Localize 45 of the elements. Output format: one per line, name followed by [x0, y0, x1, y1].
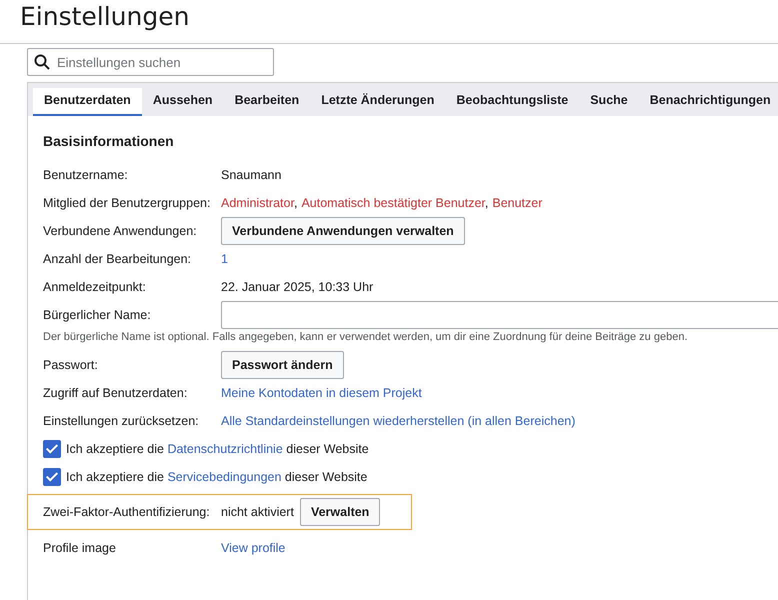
field-label: Verbundene Anwendungen:: [43, 224, 198, 238]
manage-button[interactable]: Verwalten: [300, 498, 380, 526]
search-icon: [34, 54, 50, 70]
action-button[interactable]: Passwort ändern: [221, 351, 344, 379]
tab[interactable]: Suche: [579, 88, 639, 116]
section-heading: Basisinformationen: [43, 133, 175, 149]
value-link[interactable]: Alle Standardeinstellungen wiederherstellen (in allen Bereichen): [221, 414, 576, 428]
policy-link[interactable]: Datenschutzrichtlinie: [167, 442, 283, 456]
page-title: Einstellungen: [0, 0, 778, 44]
separator: ,: [294, 196, 298, 210]
field-value: Snaumann: [221, 168, 282, 182]
field-label: Zugriff auf Benutzerdaten:: [43, 386, 188, 400]
value-link[interactable]: View profile: [221, 541, 286, 555]
value-link[interactable]: Meine Kontodaten in diesem Projekt: [221, 386, 422, 400]
help-text: Der bürgerliche Name ist optional. Falls angegeben, kann er verwendet werden, um dir eine Zuordnung für deine Beiträge zu geben.: [43, 331, 688, 343]
tab[interactable]: Bearbeiten: [224, 88, 310, 116]
action-button[interactable]: Verbundene Anwendungen verwalten: [221, 217, 465, 245]
checkbox[interactable]: [43, 468, 61, 486]
policy-link[interactable]: Servicebedingungen: [167, 470, 282, 484]
field-label: Anzahl der Bearbeitungen:: [43, 252, 192, 266]
name-input[interactable]: [221, 301, 778, 329]
field-label: Profile image: [43, 541, 117, 555]
value-link[interactable]: 1: [221, 252, 228, 266]
field-label: Zwei-Faktor-Authentifizierung:: [43, 505, 211, 519]
search-field[interactable]: Einstellungen suchen: [27, 48, 274, 76]
field-label: Benutzername:: [43, 168, 129, 182]
group-link[interactable]: Benutzer: [492, 196, 542, 210]
group-link[interactable]: Administrator: [221, 196, 294, 210]
tab[interactable]: Benutzerdaten: [33, 88, 142, 116]
field-label: Anmeldezeitpunkt:: [43, 280, 147, 294]
field-value: 22. Januar 2025, 10:33 Uhr: [221, 280, 374, 294]
field-label: Bürgerlicher Name:: [43, 308, 152, 322]
checkbox[interactable]: [43, 440, 61, 458]
tab[interactable]: Benachrichtigungen: [638, 88, 778, 116]
field-label: Mitglied der Benutzergruppen:: [43, 196, 212, 210]
tab[interactable]: Beobachtungsliste: [445, 88, 580, 116]
tab[interactable]: Aussehen: [142, 88, 224, 116]
group-link[interactable]: Automatisch bestätigter Benutzer: [301, 196, 485, 210]
checkbox-label: Ich akzeptiere die Datenschutzrichtlinie dieser Website: [66, 442, 369, 456]
field-label: Einstellungen zurücksetzen:: [43, 414, 200, 428]
checkbox-label: Ich akzeptiere die Servicebedingungen dieser Website: [66, 470, 368, 484]
status-text: nicht aktiviert: [221, 505, 294, 519]
separator: ,: [484, 196, 488, 210]
field-label: Passwort:: [43, 358, 99, 372]
tab[interactable]: Letzte Änderungen: [310, 88, 446, 116]
